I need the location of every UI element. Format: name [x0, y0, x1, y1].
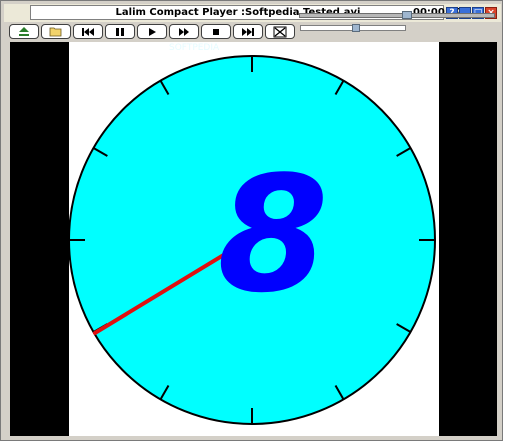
next-button[interactable]	[233, 24, 263, 39]
pause-button[interactable]	[105, 24, 135, 39]
fast-forward-icon	[179, 27, 189, 36]
video-frame: 8 SOFTPEDIA	[69, 42, 439, 436]
fast-forward-button[interactable]	[169, 24, 199, 39]
pause-icon	[116, 27, 124, 36]
volume-slider[interactable]	[300, 24, 406, 32]
clock-frame: 8	[69, 55, 436, 425]
seek-bar[interactable]	[299, 11, 495, 19]
toolbar	[4, 22, 501, 41]
player-window: Lalim Compact Player :Softpedia Tested.a…	[0, 0, 503, 441]
eject-button[interactable]	[9, 24, 39, 39]
open-file-button[interactable]	[41, 24, 71, 39]
fullscreen-icon	[273, 26, 287, 37]
previous-button[interactable]	[73, 24, 103, 39]
folder-open-icon	[49, 27, 62, 36]
eject-icon	[19, 26, 29, 36]
video-area[interactable]: 8 SOFTPEDIA	[10, 42, 497, 436]
seek-thumb[interactable]	[402, 11, 412, 19]
volume-slider-thumb[interactable]	[352, 24, 360, 32]
clock-number: 8	[217, 141, 328, 328]
watermark-text: SOFTPEDIA	[169, 43, 220, 53]
play-button[interactable]	[137, 24, 167, 39]
play-icon	[149, 27, 156, 36]
stop-icon	[213, 28, 219, 35]
fullscreen-button[interactable]	[265, 24, 295, 39]
stop-button[interactable]	[201, 24, 231, 39]
skip-forward-icon	[242, 27, 254, 36]
skip-back-icon	[82, 27, 94, 36]
